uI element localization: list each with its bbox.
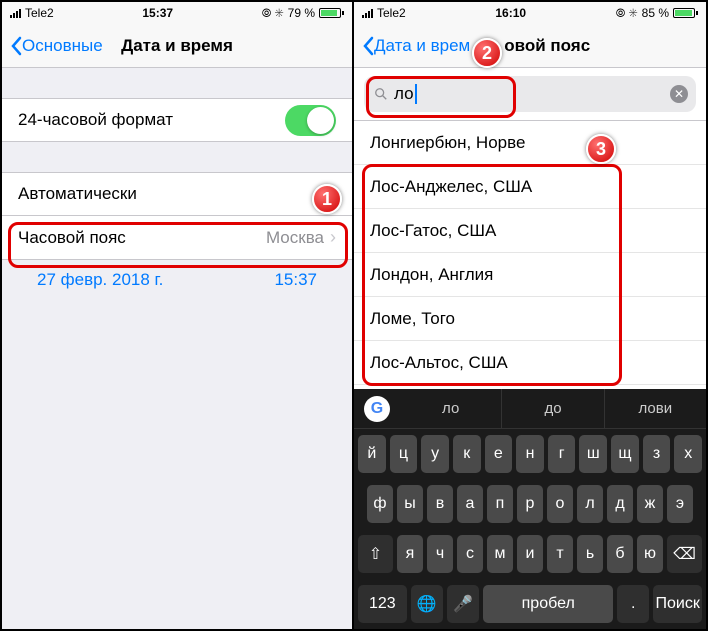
key-letter[interactable]: я — [397, 535, 423, 573]
annotation-1: 1 — [312, 184, 342, 214]
toggle-row-24h: 24-часовой формат — [2, 98, 352, 142]
key-letter[interactable]: э — [667, 485, 693, 523]
key-letter[interactable]: п — [487, 485, 513, 523]
key-letter[interactable]: з — [643, 435, 671, 473]
search-input[interactable]: ло ✕ — [364, 76, 696, 112]
search-result-item[interactable]: Лос-Альтос, США — [354, 341, 706, 385]
key-letter[interactable]: ф — [367, 485, 393, 523]
status-time: 16:10 — [495, 6, 526, 20]
back-button[interactable]: Основные — [2, 36, 103, 56]
search-result-item[interactable]: Лондон, Англия — [354, 253, 706, 297]
timezone-label: Часовой пояс — [18, 228, 126, 248]
back-button[interactable]: Дата и врем — [354, 36, 470, 56]
battery-icon — [319, 8, 344, 18]
timezone-value: Москва — [266, 228, 324, 248]
key-shift[interactable]: ⇧ — [358, 535, 393, 573]
google-icon[interactable]: G — [364, 396, 390, 422]
key-letter[interactable]: ж — [637, 485, 663, 523]
back-label: Дата и врем — [374, 36, 470, 56]
search-result-item[interactable]: Лос-Гатос, США — [354, 209, 706, 253]
key-letter[interactable]: в — [427, 485, 453, 523]
key-letter[interactable]: й — [358, 435, 386, 473]
auto-label: Автоматически — [18, 184, 137, 204]
key-numbers[interactable]: 123 — [358, 585, 407, 623]
time-value: 15:37 — [274, 270, 317, 290]
key-letter[interactable]: с — [457, 535, 483, 573]
key-letter[interactable]: ц — [390, 435, 418, 473]
key-letter[interactable]: т — [547, 535, 573, 573]
signal-icon — [10, 8, 21, 18]
signal-icon — [362, 8, 373, 18]
text-cursor — [415, 84, 417, 104]
keyboard: G лодолови йцукенгшщзх фывапролджэ ⇧ячсм… — [354, 389, 706, 629]
date-value: 27 февр. 2018 г. — [37, 270, 163, 290]
auto-row[interactable]: Автоматически — [2, 172, 352, 216]
key-letter[interactable]: х — [674, 435, 702, 473]
key-letter[interactable]: р — [517, 485, 543, 523]
key-letter[interactable]: к — [453, 435, 481, 473]
search-icon — [374, 87, 388, 101]
search-result-item[interactable]: Лос-Анджелес, США — [354, 165, 706, 209]
key-letter[interactable]: ь — [577, 535, 603, 573]
toggle-24h[interactable] — [285, 105, 336, 136]
search-result-item[interactable]: Ломе, Того — [354, 297, 706, 341]
key-letter[interactable]: н — [516, 435, 544, 473]
chevron-right-icon: › — [330, 227, 336, 248]
key-letter[interactable]: м — [487, 535, 513, 573]
key-backspace[interactable]: ⌫ — [667, 535, 702, 573]
key-letter[interactable]: б — [607, 535, 633, 573]
key-letter[interactable]: щ — [611, 435, 639, 473]
search-result-item[interactable]: Лонгиербюн, Норве — [354, 121, 706, 165]
carrier-label: Tele2 — [25, 6, 54, 20]
suggestion[interactable]: до — [501, 389, 603, 428]
search-bar: ло ✕ — [354, 68, 706, 121]
back-label: Основные — [22, 36, 103, 56]
carrier-label: Tele2 — [377, 6, 406, 20]
datetime-display: 27 февр. 2018 г. 15:37 — [2, 260, 352, 290]
nav-bar: Основные Дата и время — [2, 24, 352, 68]
key-letter[interactable]: о — [547, 485, 573, 523]
nav-title: Дата и время — [121, 36, 233, 56]
key-letter[interactable]: л — [577, 485, 603, 523]
battery-percent: 85 % — [642, 6, 669, 20]
suggestion[interactable]: лови — [604, 389, 706, 428]
key-letter[interactable]: е — [485, 435, 513, 473]
clear-button[interactable]: ✕ — [670, 85, 688, 103]
key-letter[interactable]: ы — [397, 485, 423, 523]
key-letter[interactable]: д — [607, 485, 633, 523]
bluetooth-icon: ⦾ ✳ — [262, 6, 284, 21]
key-letter[interactable]: и — [517, 535, 543, 573]
key-space[interactable]: пробел — [483, 585, 613, 623]
timezone-row[interactable]: Часовой пояс Москва › — [2, 216, 352, 260]
key-letter[interactable]: а — [457, 485, 483, 523]
toggle-label: 24-часовой формат — [18, 110, 173, 130]
status-bar: Tele2 15:37 ⦾ ✳ 79 % — [2, 2, 352, 24]
status-time: 15:37 — [142, 6, 173, 20]
bluetooth-icon: ⦾ ✳ — [616, 6, 638, 21]
key-globe[interactable]: 🌐 — [411, 585, 443, 623]
nav-bar: Дата и врем овой пояс — [354, 24, 706, 68]
annotation-3: 3 — [586, 134, 616, 164]
key-letter[interactable]: ч — [427, 535, 453, 573]
battery-percent: 79 % — [288, 6, 315, 20]
nav-title: овой пояс — [504, 36, 590, 56]
key-letter[interactable]: ш — [579, 435, 607, 473]
search-text: ло — [394, 84, 414, 104]
chevron-left-icon — [362, 36, 374, 56]
key-dot[interactable]: . — [617, 585, 649, 623]
status-bar: Tele2 16:10 ⦾ ✳ 85 % — [354, 2, 706, 24]
key-letter[interactable]: ю — [637, 535, 663, 573]
key-mic[interactable]: 🎤 — [447, 585, 479, 623]
battery-icon — [673, 8, 698, 18]
key-letter[interactable]: г — [548, 435, 576, 473]
suggestion[interactable]: ло — [400, 389, 501, 428]
key-letter[interactable]: у — [421, 435, 449, 473]
search-results: Лонгиербюн, НорвеЛос-Анджелес, СШАЛос-Га… — [354, 121, 706, 385]
annotation-2: 2 — [472, 38, 502, 68]
suggestion-row: G лодолови — [354, 389, 706, 429]
key-return[interactable]: Поиск — [653, 585, 702, 623]
chevron-left-icon — [10, 36, 22, 56]
